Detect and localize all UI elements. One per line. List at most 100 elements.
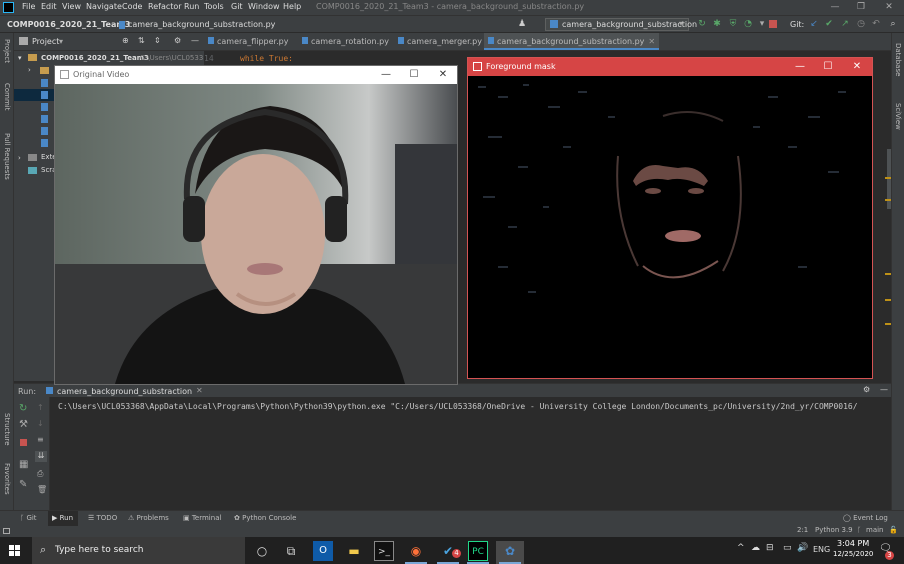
lock-icon[interactable]: 🔓	[889, 526, 898, 534]
minimize-button[interactable]: —	[372, 66, 400, 84]
warning-marker[interactable]	[885, 323, 891, 325]
breadcrumb-file[interactable]: camera_background_substraction.py	[128, 20, 275, 29]
problems-tool-button[interactable]: ⚠ Problems	[128, 514, 169, 522]
python-console-tool-button[interactable]: ✿ Python Console	[234, 514, 296, 522]
run-configuration-select[interactable]: camera_background_substraction ▾	[545, 18, 697, 31]
tab-camera-rotation[interactable]: camera_rotation.py	[298, 33, 393, 50]
menu-code[interactable]: Code	[122, 2, 142, 11]
foreground-mask-titlebar[interactable]: Foreground mask — ☐ ✕	[468, 58, 872, 76]
close-button[interactable]: ✕	[843, 58, 871, 76]
pycharm-taskbar-icon[interactable]: PC	[468, 541, 488, 561]
terminal-tool-button[interactable]: ▣ Terminal	[183, 514, 221, 522]
run-tab-label[interactable]: camera_background_substraction	[57, 387, 192, 396]
layout-icon[interactable]: ▦	[19, 459, 28, 470]
git-tool-button[interactable]: ᚴ Git	[20, 514, 37, 522]
commit-tool-button[interactable]: Commit	[3, 83, 11, 111]
cloud-icon[interactable]: ☁	[751, 543, 760, 553]
todo-tool-button[interactable]: ☰ TODO	[88, 514, 117, 522]
terminal-icon[interactable]: >_	[374, 541, 394, 561]
gear-icon[interactable]: ⚙	[174, 36, 181, 45]
wrench-icon[interactable]: ⚒	[19, 419, 28, 430]
sciview-tool-button[interactable]: SciView	[894, 103, 902, 130]
python-taskbar-icon[interactable]: ✿	[500, 541, 520, 561]
debug-icon[interactable]: ✱	[712, 19, 722, 29]
original-video-window[interactable]: Original Video — ☐ ✕	[54, 65, 458, 385]
foreground-mask-window[interactable]: Foreground mask — ☐ ✕	[467, 57, 873, 379]
menu-view[interactable]: View	[62, 2, 81, 11]
warning-marker[interactable]	[885, 177, 891, 179]
scroll-to-end-icon[interactable]: ⇊	[35, 451, 47, 462]
menu-file[interactable]: File	[22, 2, 35, 11]
menu-help[interactable]: Help	[283, 2, 301, 11]
selected-tree-row[interactable]	[14, 89, 54, 101]
warning-marker[interactable]	[885, 273, 891, 275]
ide-maximize-button[interactable]: ❐	[848, 0, 874, 15]
python-file-icon[interactable]	[41, 139, 48, 147]
hide-icon[interactable]: —	[880, 385, 888, 394]
python-file-icon[interactable]	[41, 79, 48, 87]
stop-icon[interactable]	[769, 20, 777, 28]
warning-marker[interactable]	[885, 299, 891, 301]
menu-edit[interactable]: Edit	[41, 2, 57, 11]
python-file-icon[interactable]	[41, 103, 48, 111]
display-icon[interactable]: ▭	[783, 543, 792, 553]
close-button[interactable]: ✕	[429, 66, 457, 84]
trash-icon[interactable]: 🗑	[37, 485, 47, 494]
language-indicator[interactable]: ENG	[813, 545, 830, 554]
git-branch[interactable]: main	[866, 526, 884, 534]
tab-camera-flipper[interactable]: camera_flipper.py	[204, 33, 292, 50]
network-icon[interactable]: ⊟	[766, 543, 774, 553]
print-icon[interactable]: ⎙	[37, 469, 43, 479]
down-arrow-icon[interactable]: ↓	[37, 419, 44, 428]
rollback-icon[interactable]: ↶	[871, 19, 881, 29]
ide-close-button[interactable]: ✕	[876, 0, 902, 15]
database-tool-button[interactable]: Database	[894, 43, 902, 76]
minimize-button[interactable]: —	[786, 58, 814, 76]
menu-window[interactable]: Window	[248, 2, 280, 11]
project-tool-button[interactable]: Project	[3, 39, 11, 63]
taskbar-search-box[interactable]: ⌕ Type here to search	[32, 537, 245, 564]
project-root-name[interactable]: COMP0016_2020_21_Team3	[41, 54, 149, 62]
cursor-position[interactable]: 2:1	[797, 526, 808, 534]
git-update-icon[interactable]: ↙	[809, 19, 819, 29]
menu-navigate[interactable]: Navigate	[86, 2, 122, 11]
stop-icon[interactable]	[20, 439, 27, 446]
locate-icon[interactable]: ⊕	[122, 36, 129, 45]
firefox-icon[interactable]: ◉	[406, 541, 426, 561]
windows-start-icon[interactable]	[9, 545, 20, 556]
project-panel-title[interactable]: Project	[32, 37, 59, 46]
python-file-icon[interactable]	[41, 91, 48, 99]
pin-icon[interactable]: ✎	[19, 479, 27, 490]
outlook-icon[interactable]: O	[313, 541, 333, 561]
volume-icon[interactable]: 🔊	[797, 543, 808, 553]
git-commit-icon[interactable]: ✔	[824, 19, 834, 29]
run-console-area[interactable]	[14, 397, 891, 510]
hide-icon[interactable]: —	[191, 36, 199, 45]
profile-icon[interactable]: ◔	[743, 19, 753, 29]
file-explorer-icon[interactable]: ▬	[344, 541, 364, 561]
menu-git[interactable]: Git	[231, 2, 243, 11]
maximize-button[interactable]: ☐	[814, 58, 842, 76]
git-push-icon[interactable]: ↗	[840, 19, 850, 29]
user-icon[interactable]: ♟	[517, 19, 527, 29]
python-file-icon[interactable]	[41, 115, 48, 123]
coverage-icon[interactable]: ⛨	[728, 19, 738, 29]
clock-date[interactable]: 12/25/2020	[833, 550, 873, 558]
original-video-titlebar[interactable]: Original Video — ☐ ✕	[55, 66, 457, 84]
ide-minimize-button[interactable]: —	[822, 0, 848, 15]
close-run-tab-icon[interactable]: ✕	[196, 386, 203, 395]
menu-refactor[interactable]: Refactor	[148, 2, 182, 11]
gear-icon[interactable]: ⚙	[863, 385, 870, 394]
warning-marker[interactable]	[885, 199, 891, 201]
layout-icon[interactable]	[3, 528, 10, 534]
favorites-tool-button[interactable]: Favorites	[3, 463, 11, 495]
event-log-button[interactable]: ◯ Event Log	[843, 514, 888, 522]
task-view-icon[interactable]: ⧉	[281, 541, 301, 561]
tab-camera-merger[interactable]: camera_merger.py	[394, 33, 486, 50]
more-run-icon[interactable]: ▾	[757, 19, 767, 29]
menu-tools[interactable]: Tools	[204, 2, 224, 11]
python-interpreter[interactable]: Python 3.9	[815, 526, 853, 534]
history-icon[interactable]: ◷	[856, 19, 866, 29]
clock-time[interactable]: 3:04 PM	[837, 539, 869, 548]
chevron-right-icon[interactable]: ›	[18, 154, 21, 162]
